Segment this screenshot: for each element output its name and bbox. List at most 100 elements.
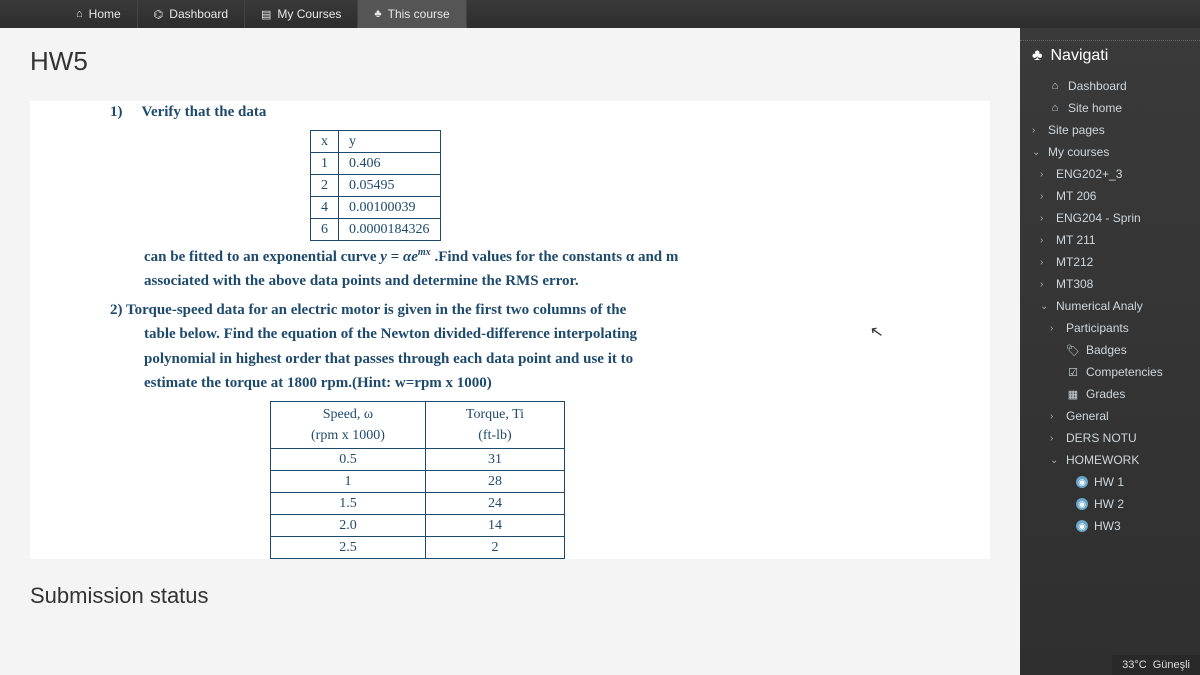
table-row: 2.52 — [271, 536, 565, 558]
sidebar-item-label: MT 211 — [1056, 233, 1096, 247]
q1-intro-text: Verify that the data — [141, 104, 266, 120]
assignment-content: 1) Verify that the data x y 10.406 20.05… — [30, 101, 990, 559]
sidebar-item-hw-1[interactable]: ◉ HW 1 — [1020, 471, 1200, 493]
chevron-right-icon — [1050, 411, 1060, 422]
nav-home[interactable]: ⌂ Home — [60, 0, 138, 28]
chevron-right-icon — [1040, 191, 1050, 202]
nav-dashboard[interactable]: ⌬ Dashboard — [138, 0, 245, 28]
page-title: HW5 — [30, 46, 990, 77]
q1-number: 1) — [110, 101, 138, 124]
sidebar-icon: ▦ — [1066, 388, 1080, 401]
sidebar-item-label: HOMEWORK — [1066, 453, 1139, 467]
table-row: 2.014 — [271, 514, 565, 536]
sidebar-item-label: MT 206 — [1056, 189, 1096, 203]
sidebar-item-participants[interactable]: Participants — [1020, 317, 1200, 339]
chevron-right-icon — [1040, 257, 1050, 268]
q1-formula: y = αe — [380, 249, 418, 265]
sitemap-icon: ♣ — [374, 8, 381, 20]
nav-this-course-label: This course — [388, 7, 450, 21]
sidebar-item-site-home[interactable]: ⌂ Site home — [1020, 97, 1200, 119]
sidebar-item-mt-211[interactable]: MT 211 — [1020, 229, 1200, 251]
sidebar-item-label: Numerical Analy — [1056, 299, 1143, 313]
q1-th-x: x — [311, 130, 339, 152]
taskbar-weather: Güneşli — [1153, 659, 1190, 671]
taskbar-temp: 33°C — [1122, 659, 1147, 671]
chevron-right-icon — [1040, 279, 1050, 290]
sidebar-item-my-courses[interactable]: My courses — [1020, 141, 1200, 163]
nav-home-label: Home — [89, 7, 121, 21]
sidebar-item-eng202-3[interactable]: ENG202+_3 — [1020, 163, 1200, 185]
sidebar-item-label: MT212 — [1056, 255, 1093, 269]
chevron-right-icon — [1040, 169, 1050, 180]
sidebar-item-label: Competencies — [1086, 365, 1163, 379]
sidebar-item-label: Badges — [1086, 343, 1127, 357]
sidebar-item-label: Site home — [1068, 101, 1122, 115]
sidebar-item-homework[interactable]: HOMEWORK — [1020, 449, 1200, 471]
q2-data-table: Speed, ω (rpm x 1000) Torque, Ti (ft-lb)… — [270, 401, 565, 559]
sidebar-item-grades[interactable]: ▦Grades — [1020, 383, 1200, 405]
sidebar-item-eng204-sprin[interactable]: ENG204 - Sprin — [1020, 207, 1200, 229]
table-row: 40.00100039 — [311, 196, 441, 218]
q2-number: 2) — [110, 302, 123, 318]
table-row: 60.0000184326 — [311, 218, 441, 240]
navigation-sidebar: ♣ Navigati ⌂Dashboard ⌂ Site home Site page… — [1020, 28, 1200, 675]
courses-icon: ▤ — [261, 8, 271, 21]
q2-th-torque: Torque, Ti (ft-lb) — [425, 401, 564, 448]
table-row: 20.05495 — [311, 174, 441, 196]
chevron-down-icon — [1032, 147, 1042, 158]
sidebar-item-dashboard[interactable]: ⌂Dashboard — [1020, 75, 1200, 97]
sidebar-item-label: DERS NOTU — [1066, 431, 1137, 445]
q1-intro: 1) Verify that the data — [110, 101, 970, 124]
sidebar-item-label: Dashboard — [1068, 79, 1127, 93]
table-row: 1.524 — [271, 492, 565, 514]
sidebar-item-label: HW3 — [1094, 519, 1121, 533]
sidebar-icon: ⌂ — [1048, 102, 1062, 114]
sidebar-item-badges[interactable]: 🏷 Badges — [1020, 339, 1200, 361]
sidebar-item-mt212[interactable]: MT212 — [1020, 251, 1200, 273]
sidebar-item-hw3[interactable]: ◉ HW3 — [1020, 515, 1200, 537]
home-icon: ⌂ — [76, 8, 83, 20]
sidebar-item-label: HW 2 — [1094, 497, 1124, 511]
assignment-icon: ◉ — [1076, 520, 1088, 532]
nav-my-courses-label: My Courses — [277, 7, 341, 21]
chevron-down-icon — [1050, 455, 1060, 466]
sidebar-item-label: MT308 — [1056, 277, 1093, 291]
sidebar-item-ders-notu[interactable]: DERS NOTU — [1020, 427, 1200, 449]
sidebar-icon: ☑ — [1066, 366, 1080, 379]
sidebar-item-label: HW 1 — [1094, 475, 1124, 489]
assignment-icon: ◉ — [1076, 498, 1088, 510]
chevron-down-icon — [1040, 301, 1050, 312]
sidebar-item-numerical-analy[interactable]: Numerical Analy — [1020, 295, 1200, 317]
q2-block: 2) Torque-speed data for an electric mot… — [110, 299, 970, 395]
sidebar-item-label: ENG202+_3 — [1056, 167, 1122, 181]
q2-th-speed: Speed, ω (rpm x 1000) — [271, 401, 426, 448]
chevron-right-icon — [1032, 125, 1042, 136]
sidebar-item-mt308[interactable]: MT308 — [1020, 273, 1200, 295]
sidebar-item-hw-2[interactable]: ◉ HW 2 — [1020, 493, 1200, 515]
nav-this-course[interactable]: ♣ This course — [358, 0, 466, 28]
sidebar-item-mt-206[interactable]: MT 206 — [1020, 185, 1200, 207]
chevron-right-icon — [1040, 213, 1050, 224]
top-nav: ⌂ Home ⌬ Dashboard ▤ My Courses ♣ This c… — [0, 0, 1200, 28]
assignment-icon: ◉ — [1076, 476, 1088, 488]
q1-paragraph-2: associated with the above data points an… — [110, 270, 970, 293]
chevron-right-icon — [1050, 433, 1060, 444]
sidebar-title: ♣ Navigati — [1020, 40, 1200, 75]
sidebar-item-label: Participants — [1066, 321, 1129, 335]
main-content: HW5 1) Verify that the data x y 10.406 2… — [0, 28, 1020, 675]
chevron-right-icon — [1050, 323, 1060, 334]
sitemap-icon: ♣ — [1032, 47, 1043, 65]
dashboard-icon: ⌬ — [154, 8, 164, 21]
q1-th-y: y — [339, 130, 441, 152]
table-row: 128 — [271, 470, 565, 492]
sidebar-item-label: Site pages — [1048, 123, 1105, 137]
sidebar-item-label: My courses — [1048, 145, 1109, 159]
sidebar-item-general[interactable]: General — [1020, 405, 1200, 427]
taskbar[interactable]: 33°C Güneşli — [1112, 655, 1200, 675]
sidebar-item-site-pages[interactable]: Site pages — [1020, 119, 1200, 141]
nav-my-courses[interactable]: ▤ My Courses — [245, 0, 358, 28]
sidebar-icon: 🏷 — [1066, 344, 1080, 357]
table-row: 10.406 — [311, 152, 441, 174]
submission-status-heading: Submission status — [30, 583, 990, 609]
sidebar-item-competencies[interactable]: ☑ Competencies — [1020, 361, 1200, 383]
